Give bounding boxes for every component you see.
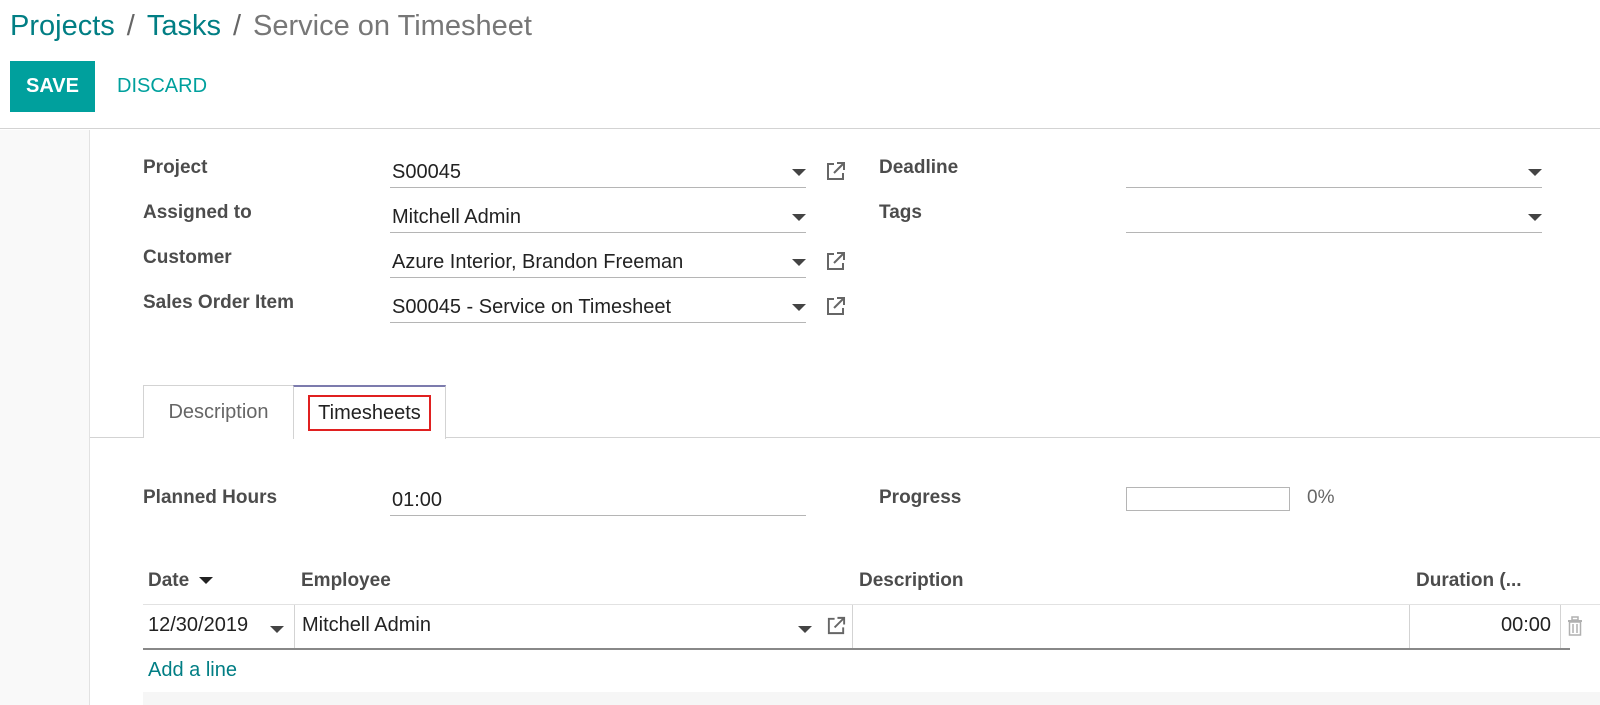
breadcrumb: Projects / Tasks / Service on Timesheet	[10, 8, 532, 44]
breadcrumb-tasks[interactable]: Tasks	[147, 10, 221, 42]
caret-down-icon[interactable]	[270, 626, 284, 633]
deadline-field[interactable]	[1126, 157, 1542, 188]
sort-down-icon	[199, 577, 214, 585]
external-link-icon[interactable]	[825, 250, 847, 272]
sales-order-item-value: S00045 - Service on Timesheet	[392, 296, 672, 318]
column-header-description[interactable]: Description	[859, 570, 964, 592]
breadcrumb-separator: /	[232, 10, 242, 42]
row-date-value[interactable]: 12/30/2019	[148, 614, 248, 637]
column-header-duration[interactable]: Duration (...	[1416, 570, 1522, 592]
project-value: S00045	[392, 161, 461, 183]
cell-divider	[1560, 605, 1561, 648]
sheet-left-gutter	[0, 130, 90, 705]
tags-label: Tags	[879, 202, 922, 223]
breadcrumb-projects[interactable]: Projects	[10, 10, 115, 42]
customer-label: Customer	[143, 247, 232, 268]
control-panel: Projects / Tasks / Service on Timesheet SAVE…	[0, 0, 1600, 129]
planned-hours-field[interactable]: 01:00	[390, 485, 806, 516]
breadcrumb-current: Service on Timesheet	[253, 10, 532, 42]
table-row-bottom-border	[143, 648, 1570, 650]
external-link-icon[interactable]	[826, 615, 847, 636]
planned-hours-label: Planned Hours	[143, 487, 278, 508]
save-button[interactable]: SAVE	[10, 61, 95, 112]
assigned-to-label: Assigned to	[143, 202, 252, 223]
customer-field[interactable]: Azure Interior, Brandon Freeman	[390, 247, 806, 278]
planned-hours-value: 01:00	[392, 489, 443, 511]
row-duration-value[interactable]: 00:00	[1501, 614, 1551, 637]
caret-down-icon[interactable]	[792, 259, 806, 266]
assigned-to-field[interactable]: Mitchell Admin	[390, 202, 806, 233]
progress-text: 0%	[1307, 487, 1335, 508]
project-label: Project	[143, 157, 208, 178]
cell-divider	[852, 605, 853, 648]
discard-button[interactable]: DISCARD	[117, 61, 207, 112]
table-row-top-border	[143, 604, 1600, 605]
add-line-link[interactable]: Add a line	[148, 659, 237, 682]
assigned-to-value: Mitchell Admin	[392, 206, 521, 228]
column-header-date[interactable]: Date	[148, 570, 214, 592]
external-link-icon[interactable]	[825, 160, 847, 182]
caret-down-icon[interactable]	[792, 169, 806, 176]
cell-divider	[294, 605, 295, 648]
customer-value: Azure Interior, Brandon Freeman	[392, 251, 684, 273]
column-header-employee[interactable]: Employee	[301, 570, 391, 592]
column-header-date-label: Date	[148, 570, 190, 591]
caret-down-icon[interactable]	[1528, 169, 1542, 176]
caret-down-icon[interactable]	[792, 304, 806, 311]
tab-timesheets-label: Timesheets	[308, 395, 431, 431]
external-link-icon[interactable]	[825, 295, 847, 317]
deadline-label: Deadline	[879, 157, 959, 178]
project-field[interactable]: S00045	[390, 157, 806, 188]
sales-order-item-label: Sales Order Item	[143, 292, 295, 313]
tags-field[interactable]	[1126, 202, 1542, 233]
caret-down-icon[interactable]	[1528, 214, 1542, 221]
progress-bar	[1126, 487, 1290, 511]
table-footer	[143, 692, 1600, 705]
progress-label: Progress	[879, 487, 962, 508]
trash-icon[interactable]	[1566, 616, 1584, 636]
cell-divider	[1409, 605, 1410, 648]
breadcrumb-separator: /	[126, 10, 135, 42]
caret-down-icon[interactable]	[798, 626, 812, 633]
tab-description[interactable]: Description	[143, 385, 294, 438]
tab-timesheets[interactable]: Timesheets	[293, 385, 446, 439]
sales-order-item-field[interactable]: S00045 - Service on Timesheet	[390, 292, 806, 323]
caret-down-icon[interactable]	[792, 214, 806, 221]
row-employee-value[interactable]: Mitchell Admin	[302, 614, 431, 637]
